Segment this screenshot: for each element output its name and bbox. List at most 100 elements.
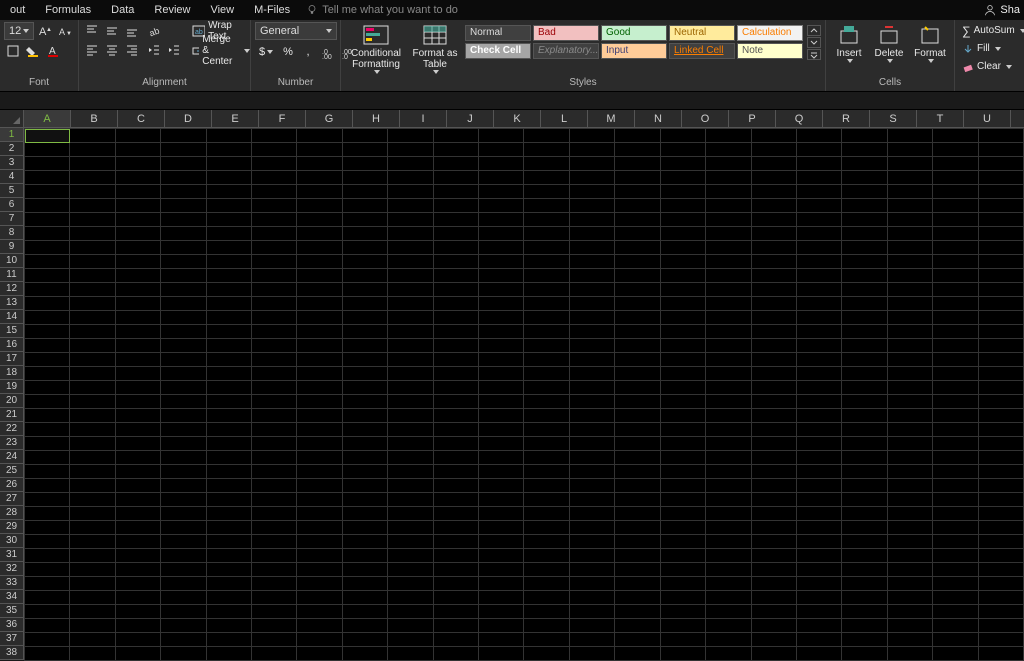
cell-F20[interactable]	[252, 395, 297, 409]
cell-D17[interactable]	[161, 353, 206, 367]
cell-P11[interactable]	[706, 269, 751, 283]
cell-T19[interactable]	[887, 381, 932, 395]
cell-B21[interactable]	[70, 409, 115, 423]
cell-A23[interactable]	[25, 437, 70, 451]
cell-F5[interactable]	[252, 185, 297, 199]
cell-U19[interactable]	[933, 381, 978, 395]
cell-L19[interactable]	[524, 381, 569, 395]
row-header-24[interactable]: 24	[0, 450, 24, 464]
cell-K15[interactable]	[479, 325, 524, 339]
cell-R7[interactable]	[796, 213, 841, 227]
cell-P3[interactable]	[706, 157, 751, 171]
cell-O38[interactable]	[660, 647, 705, 661]
cell-T25[interactable]	[887, 465, 932, 479]
cell-A38[interactable]	[25, 647, 70, 661]
cell-P33[interactable]	[706, 577, 751, 591]
cell-E13[interactable]	[206, 297, 251, 311]
cell-V19[interactable]	[978, 381, 1023, 395]
cell-E1[interactable]	[206, 129, 251, 143]
cell-B22[interactable]	[70, 423, 115, 437]
cell-F33[interactable]	[252, 577, 297, 591]
font-color-button[interactable]: A	[44, 42, 62, 60]
cell-E31[interactable]	[206, 549, 251, 563]
cell-B1[interactable]	[70, 129, 115, 143]
cell-I6[interactable]	[388, 199, 433, 213]
cell-T24[interactable]	[887, 451, 932, 465]
cell-H31[interactable]	[342, 549, 387, 563]
cell-N1[interactable]	[615, 129, 660, 143]
cell-S9[interactable]	[842, 241, 887, 255]
cell-N11[interactable]	[615, 269, 660, 283]
cell-I11[interactable]	[388, 269, 433, 283]
cell-E35[interactable]	[206, 605, 251, 619]
cell-J21[interactable]	[433, 409, 478, 423]
cell-L7[interactable]	[524, 213, 569, 227]
row-header-30[interactable]: 30	[0, 534, 24, 548]
cell-P1[interactable]	[706, 129, 751, 143]
cell-J8[interactable]	[433, 227, 478, 241]
cell-J6[interactable]	[433, 199, 478, 213]
cell-G12[interactable]	[297, 283, 342, 297]
cell-E30[interactable]	[206, 535, 251, 549]
column-header-Q[interactable]: Q	[776, 110, 823, 128]
cell-V2[interactable]	[978, 143, 1023, 157]
cell-Q25[interactable]	[751, 465, 796, 479]
cell-V27[interactable]	[978, 493, 1023, 507]
cell-V3[interactable]	[978, 157, 1023, 171]
styles-up-button[interactable]	[807, 25, 821, 36]
cell-A17[interactable]	[25, 353, 70, 367]
cell-V36[interactable]	[978, 619, 1023, 633]
cell-V6[interactable]	[978, 199, 1023, 213]
cell-L23[interactable]	[524, 437, 569, 451]
cell-F27[interactable]	[252, 493, 297, 507]
cell-H22[interactable]	[342, 423, 387, 437]
cell-G14[interactable]	[297, 311, 342, 325]
grow-font-button[interactable]: A▲	[36, 22, 54, 40]
cell-O3[interactable]	[660, 157, 705, 171]
cell-L22[interactable]	[524, 423, 569, 437]
cell-S1[interactable]	[842, 129, 887, 143]
format-cells-button[interactable]: Format	[910, 22, 950, 65]
cell-K28[interactable]	[479, 507, 524, 521]
cell-style-note[interactable]: Note	[737, 43, 803, 59]
cell-A14[interactable]	[25, 311, 70, 325]
cell-K30[interactable]	[479, 535, 524, 549]
cell-P32[interactable]	[706, 563, 751, 577]
cell-I8[interactable]	[388, 227, 433, 241]
cell-Q26[interactable]	[751, 479, 796, 493]
cell-U30[interactable]	[933, 535, 978, 549]
cell-I31[interactable]	[388, 549, 433, 563]
cell-A7[interactable]	[25, 213, 70, 227]
cell-K12[interactable]	[479, 283, 524, 297]
cell-V17[interactable]	[978, 353, 1023, 367]
cell-U22[interactable]	[933, 423, 978, 437]
cell-C4[interactable]	[115, 171, 160, 185]
cell-H13[interactable]	[342, 297, 387, 311]
cell-B28[interactable]	[70, 507, 115, 521]
cell-O27[interactable]	[660, 493, 705, 507]
cell-R4[interactable]	[796, 171, 841, 185]
cell-F11[interactable]	[252, 269, 297, 283]
cell-S8[interactable]	[842, 227, 887, 241]
cell-H2[interactable]	[342, 143, 387, 157]
cell-B32[interactable]	[70, 563, 115, 577]
cell-N7[interactable]	[615, 213, 660, 227]
cell-G37[interactable]	[297, 633, 342, 647]
cell-K16[interactable]	[479, 339, 524, 353]
cell-E24[interactable]	[206, 451, 251, 465]
cell-P6[interactable]	[706, 199, 751, 213]
cell-G36[interactable]	[297, 619, 342, 633]
cell-B7[interactable]	[70, 213, 115, 227]
cell-U32[interactable]	[933, 563, 978, 577]
cell-F17[interactable]	[252, 353, 297, 367]
cell-H4[interactable]	[342, 171, 387, 185]
cell-A9[interactable]	[25, 241, 70, 255]
cell-S17[interactable]	[842, 353, 887, 367]
column-header-L[interactable]: L	[541, 110, 588, 128]
cell-U24[interactable]	[933, 451, 978, 465]
cell-G33[interactable]	[297, 577, 342, 591]
cell-O32[interactable]	[660, 563, 705, 577]
cell-M32[interactable]	[569, 563, 614, 577]
cell-C5[interactable]	[115, 185, 160, 199]
cell-R22[interactable]	[796, 423, 841, 437]
